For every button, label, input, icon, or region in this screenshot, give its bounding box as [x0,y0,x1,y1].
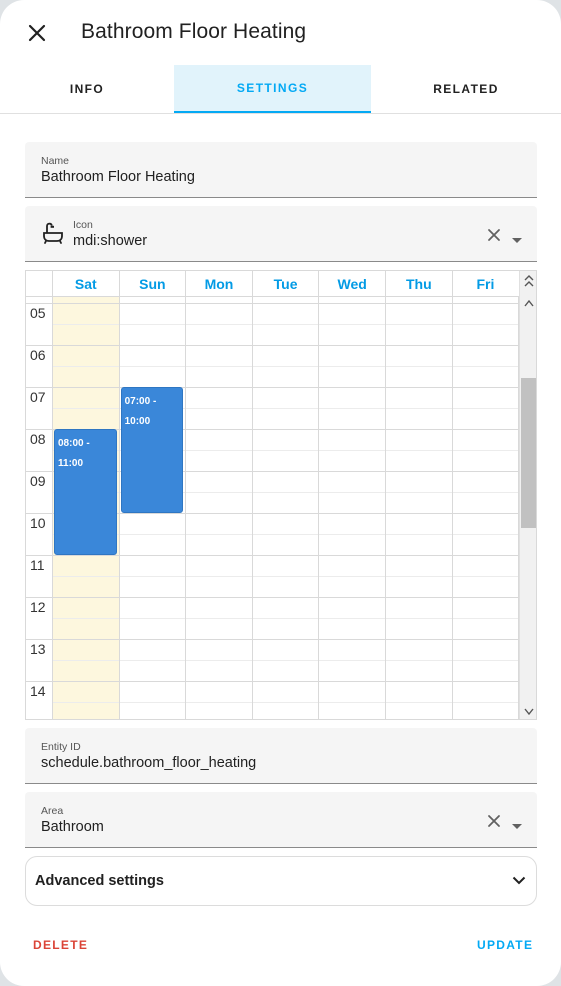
tab-bar: INFO SETTINGS RELATED [0,65,561,114]
tab-info[interactable]: INFO [0,65,174,113]
day-header-thu: Thu [385,271,452,297]
event-time-start: 08:00 - [58,438,90,449]
half-hour-gridline [52,324,520,325]
half-hour-gridline [52,576,520,577]
area-clear-icon[interactable] [487,814,501,833]
update-button[interactable]: UPDATE [477,938,533,952]
entity-id-field[interactable]: Entity ID schedule.bathroom_floor_heatin… [25,728,537,784]
half-hour-gridline [52,366,520,367]
delete-button[interactable]: DELETE [33,938,88,952]
icon-field-value: mdi:shower [73,233,148,249]
schedule-time-grid[interactable]: 05 06 07 08 09 10 11 12 13 14 08:00 - 11:00 07:00 - 1… [26,297,520,719]
half-hour-gridline [52,534,520,535]
day-header-tue: Tue [251,271,319,297]
bathtub-icon [41,222,65,249]
name-field-label: Name [41,155,70,167]
schedule-day-header: Sat Sun Mon Tue Wed Thu Fri [26,271,520,297]
entity-id-label: Entity ID [41,741,81,753]
close-button[interactable] [21,17,53,49]
area-dropdown-icon[interactable] [511,817,523,835]
icon-field-label: Icon [73,219,93,231]
day-column-divider [451,297,453,719]
half-hour-gridline [52,618,520,619]
day-column-divider [385,297,386,719]
hour-gridline [26,303,520,304]
hour-gridline [26,681,520,682]
event-time-end: 11:00 [58,458,84,469]
schedule-event-sun[interactable]: 07:00 - 10:00 [120,387,184,513]
name-field-value: Bathroom Floor Heating [41,169,195,185]
hour-label: 08 [30,431,46,447]
icon-clear-icon[interactable] [487,228,501,247]
event-time-start: 07:00 - [124,396,157,407]
hour-label: 12 [30,599,46,615]
dialog-title: Bathroom Floor Heating [81,20,307,43]
hour-gridline [26,639,520,640]
schedule-scrollbar[interactable] [519,271,536,719]
advanced-settings-label: Advanced settings [35,873,164,889]
day-column-divider [185,297,187,719]
hour-label: 14 [30,683,46,699]
chevron-up-icon [524,275,533,287]
day-header-sat: Sat [52,271,119,297]
hour-gridline [26,597,520,598]
day-column-divider [52,297,53,719]
tab-related[interactable]: RELATED [371,65,561,113]
chevron-up-icon [523,299,534,306]
schedule-calendar[interactable]: Sat Sun Mon Tue Wed Thu Fri 05 06 07 08 09 10 11 12 13… [25,270,537,720]
scroll-down-button[interactable] [520,703,536,719]
half-hour-gridline [52,660,520,661]
hour-label: 10 [30,515,46,531]
hour-gridline [26,345,520,346]
day-header-sun: Sun [118,271,186,297]
entity-id-value: schedule.bathroom_floor_heating [41,755,257,771]
hour-label: 06 [30,347,46,363]
scroll-thumb[interactable] [521,378,536,529]
day-column-divider [118,297,120,719]
day-column-divider [318,297,320,719]
name-field[interactable]: Name Bathroom Floor Heating [25,142,537,198]
area-field[interactable]: Area Bathroom [25,792,537,848]
scroll-up-button[interactable] [520,273,536,289]
area-field-label: Area [41,805,64,817]
dialog-header: Bathroom Floor Heating [0,0,561,65]
area-field-value: Bathroom [41,819,104,835]
hour-label: 07 [30,389,46,405]
hour-label: 05 [30,305,46,321]
hour-label: 13 [30,641,46,657]
day-header-wed: Wed [318,271,385,297]
chevron-down-icon [523,708,534,715]
event-time-end: 10:00 [124,416,151,427]
hour-gridline [26,555,520,556]
close-icon [28,24,46,42]
chevron-down-icon [512,872,526,890]
hour-label: 09 [30,473,46,489]
day-header-fri: Fri [451,271,519,297]
hour-gridline [26,387,520,388]
advanced-settings-expander[interactable]: Advanced settings [25,856,537,906]
icon-field[interactable]: Icon mdi:shower [25,206,537,262]
day-header-mon: Mon [185,271,252,297]
scroll-step-up-button[interactable] [520,295,536,311]
tab-settings[interactable]: SETTINGS [174,65,371,113]
schedule-event-sat[interactable]: 08:00 - 11:00 [54,429,117,555]
icon-dropdown-icon[interactable] [511,231,523,249]
day-column-divider [251,297,253,719]
entity-settings-dialog: Bathroom Floor Heating INFO SETTINGS REL… [0,0,561,986]
hour-label: 11 [30,557,45,573]
half-hour-gridline [52,702,520,703]
